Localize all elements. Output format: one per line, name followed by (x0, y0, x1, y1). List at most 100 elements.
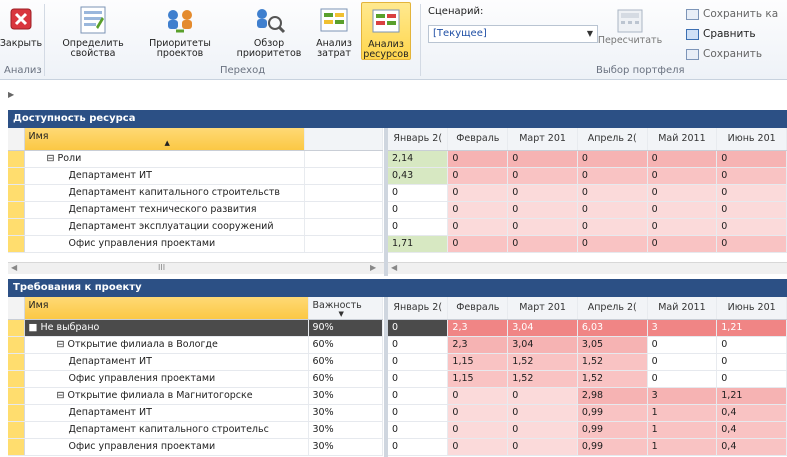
value-cell[interactable]: 0 (388, 218, 449, 236)
month-header[interactable]: Март 201 (507, 297, 578, 320)
table-row[interactable]: 1,71 0 0 0 0 0 (388, 235, 787, 253)
table-row[interactable]: Офис управления проектами (8, 235, 383, 253)
row-selector[interactable] (8, 387, 25, 405)
scroll-thumb[interactable]: III (158, 263, 165, 272)
table-row[interactable]: ■ Не выбрано 90% (8, 319, 383, 337)
value-cell[interactable]: 0,99 (577, 438, 648, 456)
month-header[interactable]: Февраль (447, 297, 509, 320)
value-cell[interactable]: 0 (716, 336, 787, 354)
define-properties-button[interactable]: Определить свойства (61, 3, 125, 59)
table-row[interactable]: Департамент эксплуатации сооружений (8, 218, 383, 236)
value-cell[interactable]: 0,4 (716, 404, 787, 422)
value-cell[interactable]: 0 (388, 370, 449, 388)
compare-button[interactable]: Сравнить (686, 28, 756, 40)
value-cell[interactable]: 0 (388, 336, 449, 354)
importance-cell[interactable]: 90% (308, 319, 383, 337)
value-cell[interactable]: 3,04 (507, 336, 578, 354)
value-cell[interactable]: 0,4 (716, 421, 787, 439)
table-row[interactable]: 2,14 0 0 0 0 0 (388, 150, 787, 168)
table-row[interactable]: ⊟ Роли (8, 150, 383, 168)
row-selector[interactable] (8, 201, 25, 219)
value-cell[interactable]: 0 (716, 353, 787, 371)
value-cell[interactable]: 0 (716, 218, 787, 236)
month-header[interactable]: Июнь 201 (716, 128, 787, 151)
scroll-left-icon[interactable]: ◀ (11, 263, 17, 272)
value-cell[interactable]: 1,15 (447, 370, 509, 388)
value-cell[interactable]: 2,3 (447, 319, 509, 337)
value-cell[interactable]: 1 (647, 421, 718, 439)
month-header[interactable]: Январь 2( (388, 128, 449, 151)
horizontal-scrollbar-right[interactable]: ◀ (388, 262, 787, 274)
row-selector[interactable] (8, 421, 25, 439)
value-cell[interactable]: 0,43 (388, 167, 449, 185)
value-cell[interactable]: 0 (577, 235, 648, 253)
value-cell[interactable]: 1,52 (507, 353, 578, 371)
month-header[interactable]: Январь 2( (388, 297, 449, 320)
value-cell[interactable]: 0 (507, 235, 578, 253)
importance-cell[interactable]: 30% (308, 421, 383, 439)
value-cell[interactable]: 0 (577, 201, 648, 219)
table-row[interactable]: ⊟ Открытие филиала в Вологде 60% (8, 336, 383, 354)
value-cell[interactable]: 0 (507, 438, 578, 456)
value-cell[interactable]: 0 (577, 184, 648, 202)
month-header[interactable]: Апрель 2( (577, 128, 648, 151)
value-cell[interactable]: 0 (507, 201, 578, 219)
value-cell[interactable]: 0 (716, 167, 787, 185)
value-cell[interactable]: 0 (447, 235, 509, 253)
row-selector[interactable] (8, 150, 25, 168)
importance-cell[interactable]: 30% (308, 387, 383, 405)
value-cell[interactable]: 0 (388, 201, 449, 219)
value-cell[interactable]: 0 (647, 336, 718, 354)
row-selector[interactable] (8, 353, 25, 371)
value-cell[interactable]: 6,03 (577, 319, 648, 337)
value-cell[interactable]: 0 (447, 218, 509, 236)
month-header[interactable]: Июнь 201 (716, 297, 787, 320)
value-cell[interactable]: 0 (647, 167, 718, 185)
table-row[interactable]: 0 0 0 0,99 1 0,4 (388, 438, 787, 456)
value-cell[interactable]: 2,14 (388, 150, 449, 168)
value-cell[interactable]: 3 (647, 387, 718, 405)
month-header[interactable]: Февраль (447, 128, 509, 151)
table-row[interactable]: Департамент капитального строительс 30% (8, 421, 383, 439)
value-cell[interactable]: 0 (388, 421, 449, 439)
row-selector[interactable] (8, 370, 25, 388)
column-header-importance[interactable]: Важность ▼ (308, 297, 383, 320)
table-row[interactable]: 0 0 0 2,98 3 1,21 (388, 387, 787, 405)
table-row[interactable]: 0 2,3 3,04 6,03 3 1,21 (388, 319, 787, 337)
value-cell[interactable]: 2,98 (577, 387, 648, 405)
expand-triangle-icon[interactable]: ▶ (8, 90, 14, 99)
value-cell[interactable]: 0 (447, 438, 509, 456)
value-cell[interactable]: 0 (647, 353, 718, 371)
importance-cell[interactable]: 30% (308, 404, 383, 422)
table-row[interactable]: 0 2,3 3,04 3,05 0 0 (388, 336, 787, 354)
value-cell[interactable]: 0 (388, 387, 449, 405)
importance-cell[interactable]: 60% (308, 370, 383, 388)
month-header[interactable]: Апрель 2( (577, 297, 648, 320)
table-row[interactable]: Департамент технического развития (8, 201, 383, 219)
value-cell[interactable]: 3 (647, 319, 718, 337)
value-cell[interactable]: 0 (577, 218, 648, 236)
value-cell[interactable]: 0,4 (716, 438, 787, 456)
save-as-button[interactable]: Сохранить ка (686, 8, 778, 20)
value-cell[interactable]: 2,3 (447, 336, 509, 354)
horizontal-scrollbar[interactable]: ◀ III ▶ (8, 262, 384, 274)
value-cell[interactable]: 1,52 (577, 353, 648, 371)
value-cell[interactable]: 0 (507, 404, 578, 422)
scroll-right-icon[interactable]: ▶ (370, 263, 376, 272)
value-cell[interactable]: 0 (447, 201, 509, 219)
value-cell[interactable]: 3,04 (507, 319, 578, 337)
table-row[interactable]: Офис управления проектами 30% (8, 438, 383, 456)
value-cell[interactable]: 0 (388, 353, 449, 371)
table-row[interactable]: 0 1,15 1,52 1,52 0 0 (388, 370, 787, 388)
table-row[interactable]: 000000 (388, 201, 787, 219)
review-priorities-button[interactable]: Обзор приоритетов (234, 3, 304, 59)
value-cell[interactable]: 0,99 (577, 421, 648, 439)
value-cell[interactable]: 1,21 (716, 319, 787, 337)
value-cell[interactable]: 0 (507, 167, 578, 185)
value-cell[interactable]: 0 (647, 235, 718, 253)
table-row[interactable]: 0 1,15 1,52 1,52 0 0 (388, 353, 787, 371)
row-selector[interactable] (8, 336, 25, 354)
value-cell[interactable]: 0 (507, 150, 578, 168)
scroll-left-icon[interactable]: ◀ (391, 263, 397, 272)
value-cell[interactable]: 1 (647, 404, 718, 422)
